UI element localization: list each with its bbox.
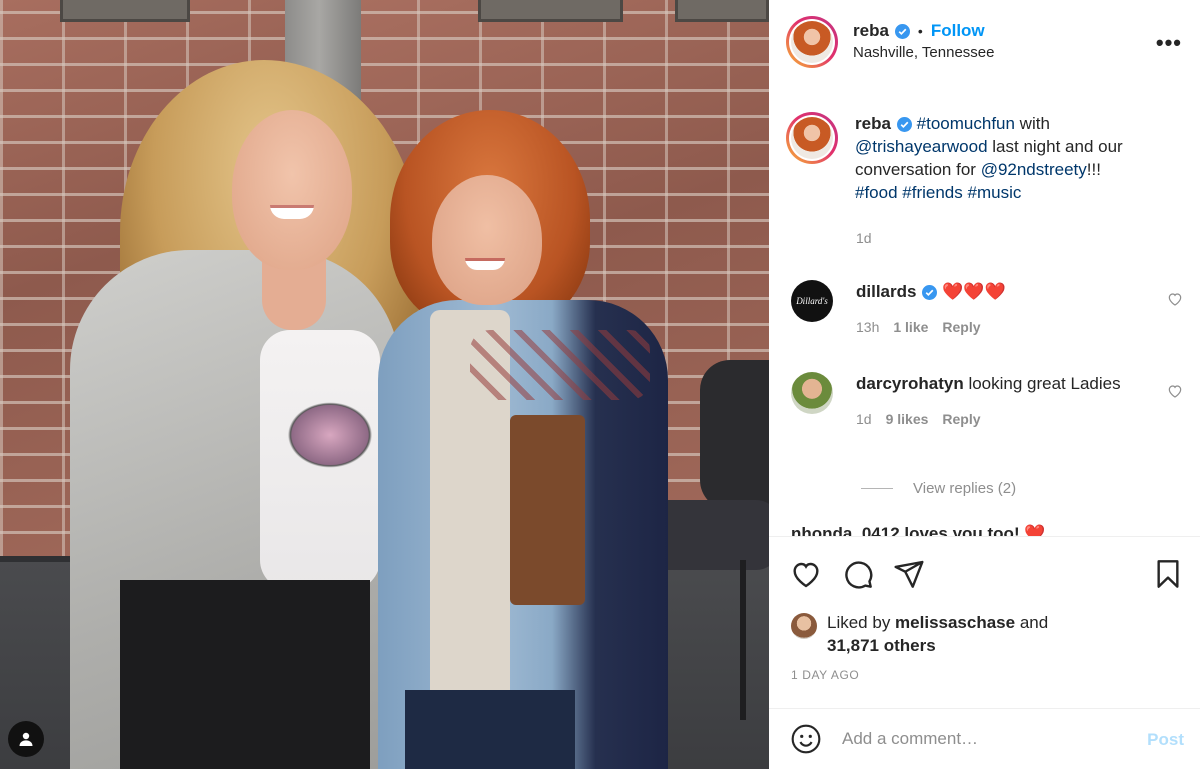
caption-text: reba #toomuchfun with @trishayearwood la… (855, 112, 1175, 204)
replies-divider-line (861, 488, 893, 489)
share-icon[interactable] (893, 558, 925, 590)
window-frame-center (478, 0, 623, 22)
window-frame-left (60, 0, 190, 22)
emoji-icon[interactable] (790, 723, 822, 755)
likes-count-link[interactable]: 31,871 others (827, 636, 936, 655)
comment-text: ❤️❤️❤️ (942, 282, 1006, 301)
mention-link[interactable]: @92ndstreety (981, 160, 1087, 179)
comment-likes[interactable]: 1 like (893, 319, 928, 335)
hashtag-link[interactable]: #food (855, 183, 898, 202)
post-timestamp: 1 DAY AGO (791, 668, 860, 682)
aztec-pattern (470, 330, 650, 400)
suede-pocket-patch (510, 415, 585, 605)
heart-icon[interactable] (790, 558, 822, 590)
heart-icon[interactable] (1167, 291, 1183, 307)
comment-input[interactable] (842, 729, 1132, 749)
person-right-smile (465, 258, 505, 270)
post-photo[interactable] (0, 0, 769, 769)
bookmark-icon[interactable] (1152, 558, 1184, 590)
hashtag-link[interactable]: #music (968, 183, 1022, 202)
post-comment-button[interactable]: Post (1147, 730, 1184, 750)
person-left-pants (120, 580, 370, 769)
caption: reba #toomuchfun with @trishayearwood la… (786, 112, 1175, 204)
caption-timestamp: 1d (856, 230, 872, 246)
comment-item: Dillard's dillards ❤️❤️❤️ 13h 1 like Reply (791, 280, 1146, 339)
commenter-username[interactable]: darcyrohatyn (856, 374, 964, 393)
liker-username[interactable]: melissaschase (895, 613, 1015, 632)
commenter-avatar[interactable] (791, 372, 833, 414)
reply-button[interactable]: Reply (942, 319, 980, 335)
section-divider (769, 536, 1200, 537)
post-sidebar: reba • Follow Nashville, Tennessee ••• r… (769, 0, 1200, 769)
commenter-avatar[interactable]: Dillard's (791, 280, 833, 322)
comment-item: darcyrohatyn looking great Ladies 1d 9 li… (791, 372, 1146, 431)
dillards-logo-text: Dillard's (796, 296, 828, 306)
partial-comment: nhonda_0412 loves you too! ❤️ (791, 524, 1046, 536)
view-replies-label: View replies (2) (913, 480, 1017, 497)
follow-button[interactable]: Follow (931, 20, 985, 43)
author-avatar[interactable] (786, 16, 838, 68)
more-options-icon[interactable]: ••• (1156, 30, 1182, 56)
person-left-face (232, 110, 352, 270)
reply-button[interactable]: Reply (942, 411, 980, 427)
shirt-lips-graphic (285, 400, 375, 470)
liked-by-prefix: Liked by (827, 613, 896, 632)
location-link[interactable]: Nashville, Tennessee (853, 43, 994, 63)
post-header: reba • Follow Nashville, Tennessee ••• (769, 0, 1200, 84)
verified-badge-icon (896, 117, 912, 133)
verified-badge-icon (922, 285, 938, 301)
verified-badge-icon (894, 24, 910, 40)
caption-segment: with (1014, 114, 1050, 133)
comment-icon[interactable] (842, 558, 874, 590)
comment-time: 13h (856, 319, 880, 335)
instagram-post: reba • Follow Nashville, Tennessee ••• r… (0, 0, 1200, 769)
person-right-face (432, 175, 542, 305)
liker-avatar[interactable] (791, 613, 817, 639)
chair-leg (740, 560, 746, 720)
likes-summary: Liked by melissaschase and 31,871 others (791, 611, 1048, 657)
mention-link[interactable]: @trishayearwood (855, 137, 988, 156)
commenter-username[interactable]: dillards (856, 282, 916, 301)
author-username[interactable]: reba (853, 20, 889, 43)
caption-segment: !!! (1086, 160, 1101, 179)
person-right-pants (405, 690, 575, 769)
action-bar (790, 558, 1185, 592)
comments-list[interactable]: reba #toomuchfun with @trishayearwood la… (769, 84, 1200, 536)
caption-username[interactable]: reba (855, 114, 891, 133)
comment-text: looking great Ladies (968, 374, 1121, 393)
chair-back (700, 360, 769, 510)
user-tag-icon[interactable] (8, 721, 44, 757)
view-replies-button[interactable]: View replies (2) (861, 480, 1016, 497)
separator-dot: • (917, 23, 923, 40)
liked-by-middle: and (1015, 613, 1049, 632)
comment-likes[interactable]: 9 likes (886, 411, 929, 427)
window-frame-right (675, 0, 769, 22)
add-comment-bar: Post (769, 708, 1200, 769)
caption-avatar[interactable] (786, 112, 838, 164)
hashtag-link[interactable]: #toomuchfun (917, 114, 1015, 133)
comment-time: 1d (856, 411, 872, 427)
hashtag-link[interactable]: #friends (902, 183, 962, 202)
heart-icon[interactable] (1167, 383, 1183, 399)
